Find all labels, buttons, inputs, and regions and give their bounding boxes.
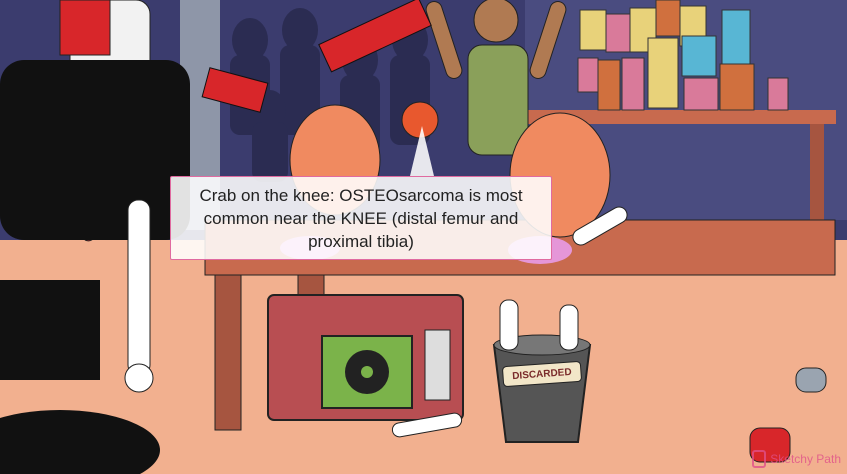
tooltip-tail: [410, 126, 434, 176]
watermark-text: Sketchy Path: [770, 452, 841, 466]
shelf-leg: [810, 124, 824, 220]
watermark: Sketchy Path: [752, 450, 841, 468]
bone-leg: [124, 199, 154, 393]
caption-tooltip[interactable]: Crab on the knee: OSTEOsarcoma is most c…: [170, 176, 552, 260]
game-scene: DISCARDED Crab on the knee: OSTEOsarcoma…: [0, 0, 847, 474]
microwave: [267, 294, 464, 421]
caption-text: Crab on the knee: OSTEOsarcoma is most c…: [199, 185, 523, 251]
logo-icon: [752, 450, 767, 468]
